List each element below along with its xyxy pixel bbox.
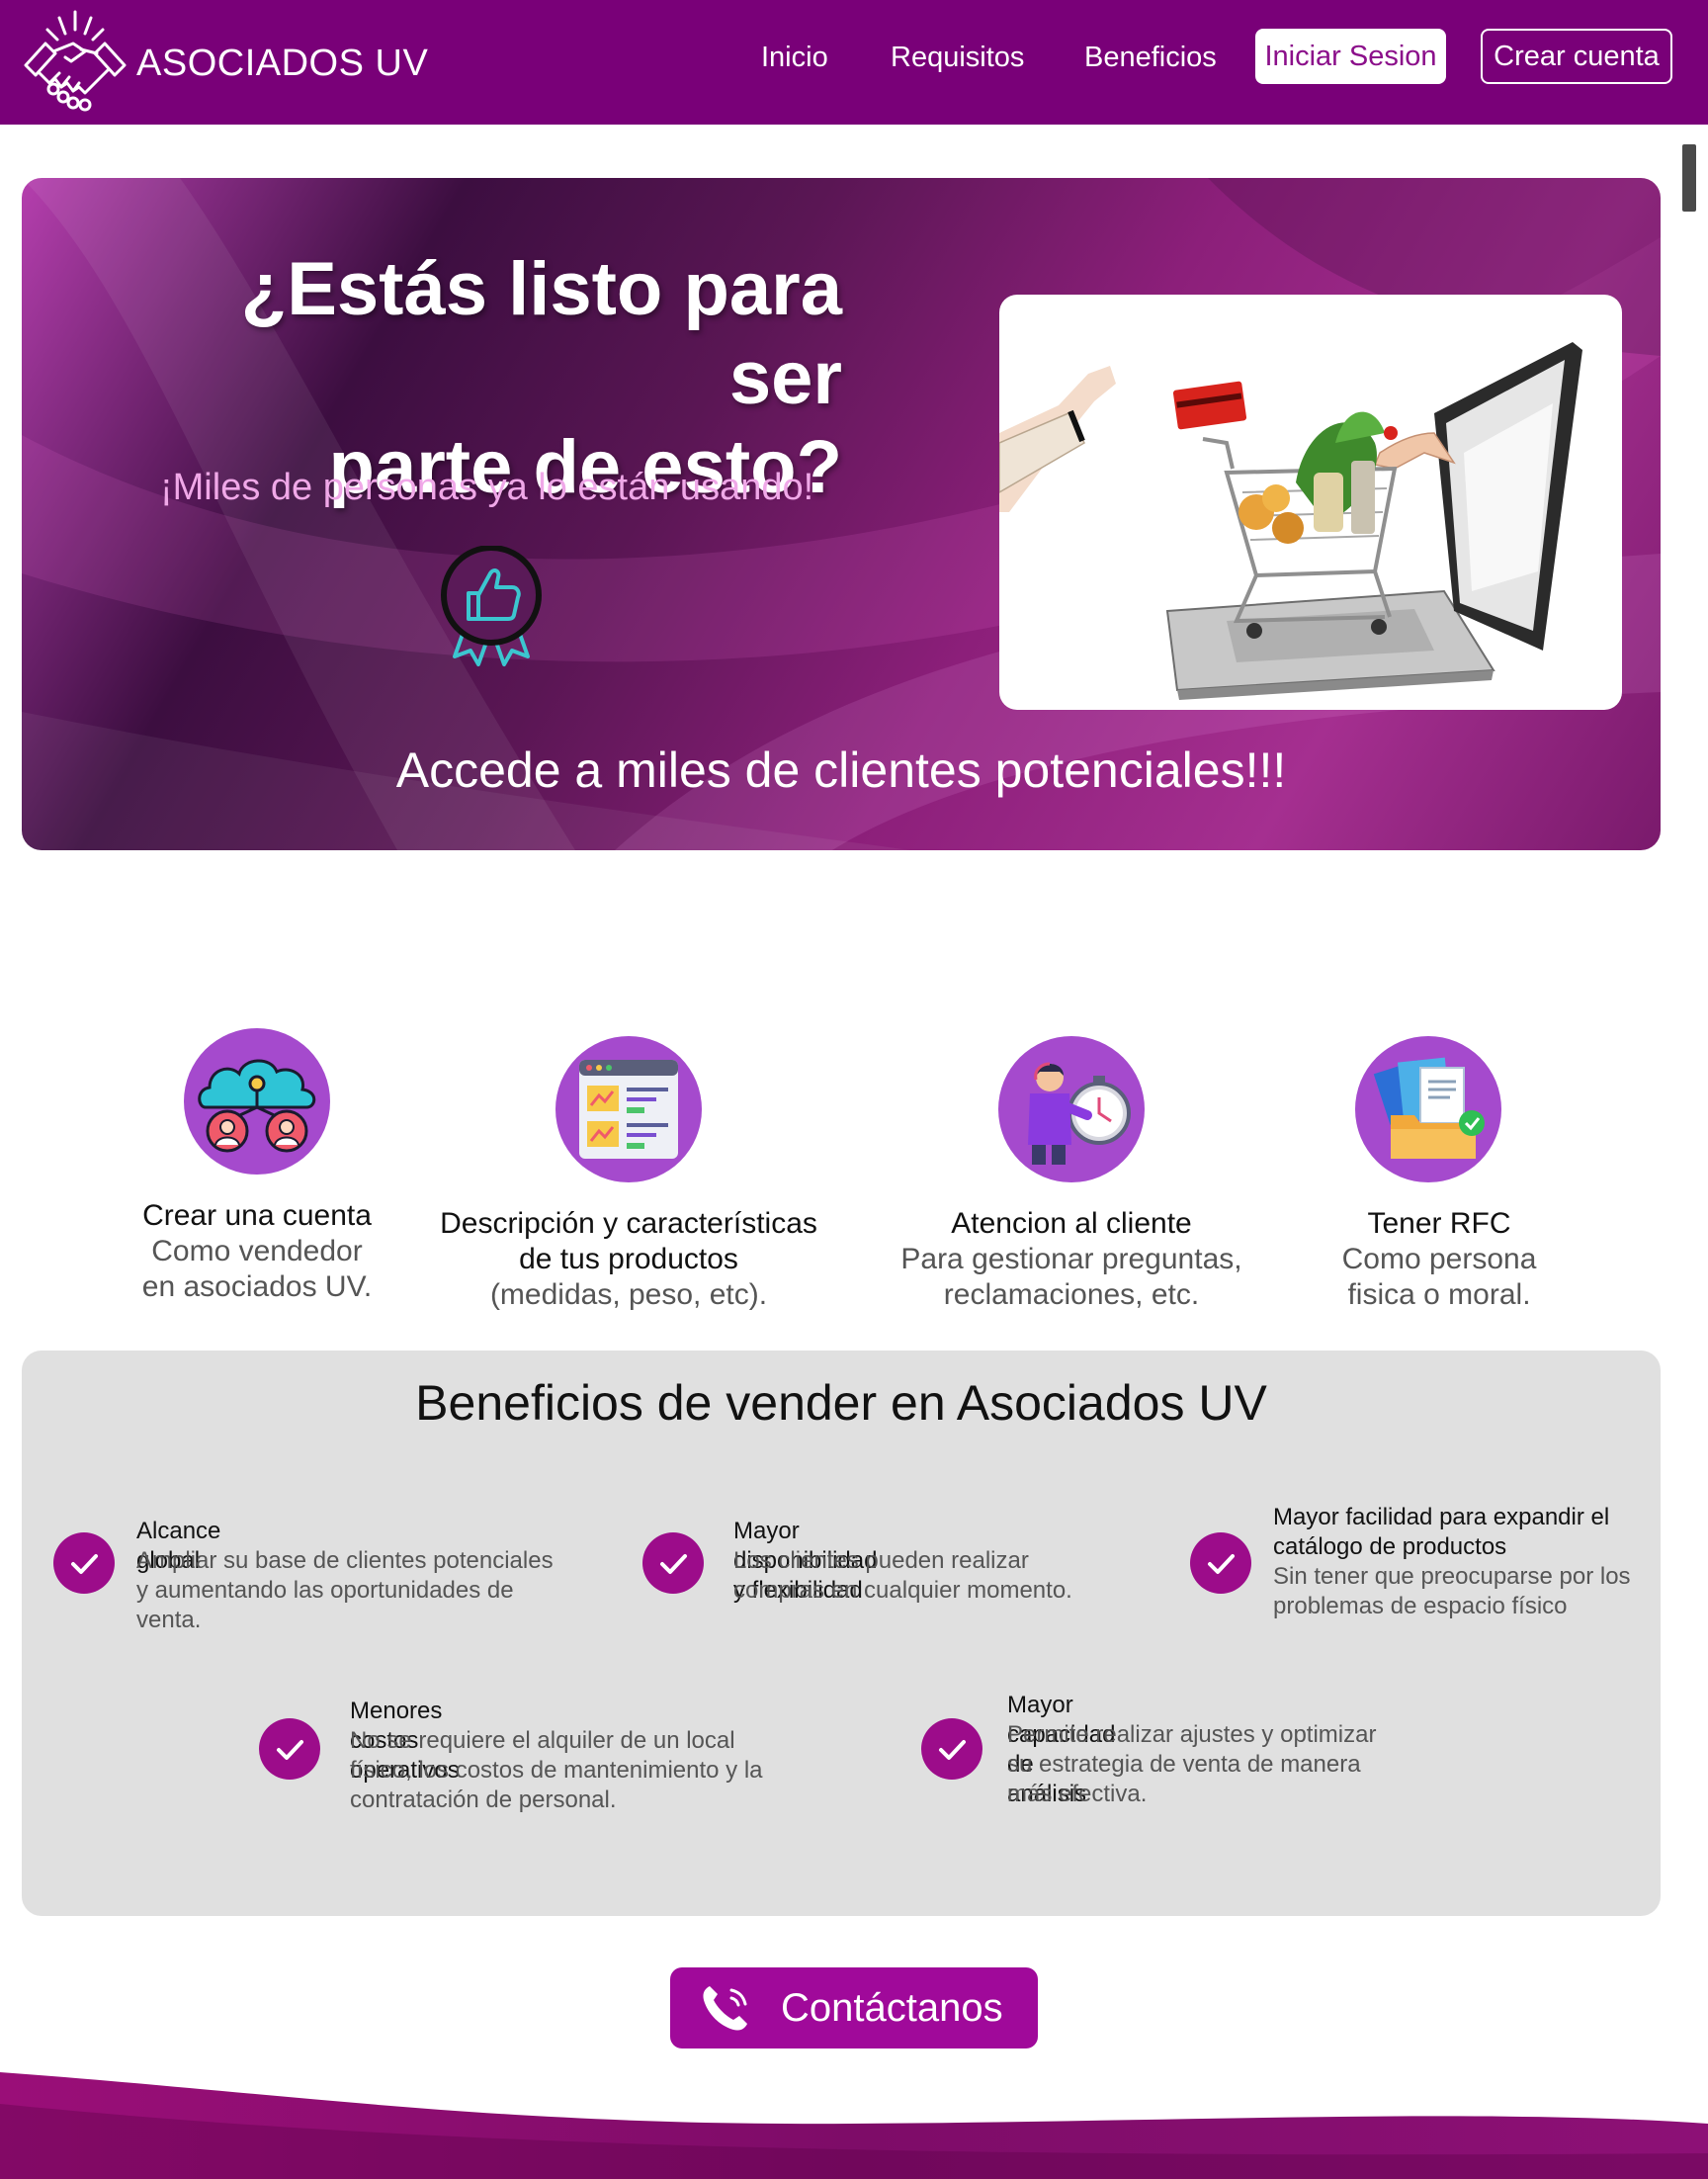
benefit-title-line: Mayor facilidad para expandir el <box>1273 1504 1610 1530</box>
requirement-desc: Para gestionar preguntas, <box>900 1243 1242 1275</box>
footer-wave <box>0 2072 1708 2179</box>
requirement-customer-support: Atencion al cliente Para gestionar pregu… <box>894 1036 1249 1313</box>
requirement-desc: reclamaciones, etc. <box>943 1278 1200 1311</box>
requirement-product-description: Descripción y características de tus pro… <box>431 1036 826 1313</box>
nav-inicio[interactable]: Inicio <box>761 42 828 74</box>
benefit-desc-line: Los clientes pueden realizar <box>733 1547 1029 1574</box>
benefit-desc: No se requiere el alquiler de un local f… <box>350 1726 805 1815</box>
requirement-desc: en asociados UV. <box>141 1270 373 1303</box>
nav-requisitos[interactable]: Requisitos <box>891 42 1024 74</box>
benefits-panel: Beneficios de vender en Asociados UV Alc… <box>22 1351 1661 1916</box>
navbar: ASOCIADOS UV Inicio Requisitos Beneficio… <box>0 0 1708 125</box>
thumbs-up-award-icon <box>441 546 542 666</box>
benefits-title: Beneficios de vender en Asociados UV <box>415 1375 1267 1431</box>
brand[interactable]: ASOCIADOS UV <box>20 8 428 119</box>
hero-banner: ¿Estás listo para ser parte de esto? ¡Mi… <box>22 178 1661 850</box>
scrollbar-thumb[interactable] <box>1682 144 1696 212</box>
benefit-desc-line: más efectiva. <box>1007 1781 1148 1807</box>
hero-subtitle: ¡Miles de personas ya lo están usando! <box>160 467 814 508</box>
benefit-desc: Los clientes pueden realizar compras en … <box>733 1546 1168 1606</box>
benefit-desc-line: físico, los costos de mantenimiento y la <box>350 1757 763 1784</box>
handshake-icon <box>24 10 127 112</box>
laptop-shopping-cart-image <box>999 342 1582 700</box>
benefit-title-line: catálogo de productos <box>1273 1533 1507 1560</box>
benefit-desc: Permite realizar ajustes y optimizar su … <box>1007 1720 1422 1809</box>
benefit-desc-line: venta. <box>136 1607 202 1633</box>
benefit-desc-line: problemas de espacio físico <box>1273 1593 1568 1619</box>
benefit-desc-line: y aumentando las oportunidades de <box>136 1577 514 1604</box>
benefit-desc-line: Permite realizar ajustes y optimizar <box>1007 1721 1377 1748</box>
benefit-desc: Sin tener que preocuparse por los proble… <box>1273 1562 1649 1621</box>
benefit-title: Mayor facilidad para expandir el catálog… <box>1273 1503 1649 1562</box>
check-icon <box>642 1532 704 1594</box>
check-icon <box>259 1718 320 1780</box>
check-icon <box>53 1532 115 1594</box>
check-icon <box>921 1718 982 1780</box>
requirement-title: Crear una cuenta <box>142 1199 372 1232</box>
check-icon <box>1190 1532 1251 1594</box>
requirement-title-line2: de tus productos <box>519 1243 738 1275</box>
requirement-desc: Como persona <box>1341 1243 1537 1275</box>
benefit-desc-line: contratación de personal. <box>350 1787 617 1813</box>
brand-name: ASOCIADOS UV <box>136 42 429 84</box>
requirement-desc: fisica o moral. <box>1347 1278 1531 1311</box>
benefit-desc-line: Ampliar su base de clientes potenciales <box>136 1547 554 1574</box>
benefit-desc-line: compras en cualquier momento. <box>733 1577 1072 1604</box>
benefit-desc-line: No se requiere el alquiler de un local <box>350 1727 735 1754</box>
contact-label: Contáctanos <box>781 1985 1003 2030</box>
requirement-create-account: Crear una cuenta Como vendedor en asocia… <box>138 1028 376 1305</box>
requirement-rfc: Tener RFC Como persona fisica o moral. <box>1311 1036 1568 1313</box>
hero-image <box>999 295 1622 710</box>
requirement-title: Atencion al cliente <box>951 1207 1192 1240</box>
requirement-title: Tener RFC <box>1367 1207 1511 1240</box>
hero-title-line1: ¿Estás listo para ser <box>240 247 842 420</box>
folder-documents-check-icon <box>1355 1036 1501 1182</box>
benefit-desc-line: su estrategia de venta de manera <box>1007 1751 1361 1778</box>
contact-button[interactable]: Contáctanos <box>670 1967 1038 2048</box>
requirement-title: Descripción y características de tus pro… <box>431 1206 826 1277</box>
requirement-desc: Como vendedor <box>151 1235 363 1267</box>
requirement-title-line1: Descripción y características <box>440 1207 817 1240</box>
requirement-desc: (medidas, peso, etc). <box>489 1278 768 1311</box>
nav-beneficios[interactable]: Beneficios <box>1084 42 1217 74</box>
product-description-icon <box>555 1036 702 1182</box>
login-button[interactable]: Iniciar Sesion <box>1255 29 1446 84</box>
phone-icon <box>703 1986 747 2031</box>
benefit-desc: Ampliar su base de clientes potenciales … <box>136 1546 591 1635</box>
cloud-users-icon <box>184 1028 330 1175</box>
hero-cta-text: Accede a miles de clientes potenciales!!… <box>395 742 1287 798</box>
benefit-desc-line: Sin tener que preocuparse por los <box>1273 1563 1631 1590</box>
register-button[interactable]: Crear cuenta <box>1481 29 1672 84</box>
customer-support-icon <box>998 1036 1145 1182</box>
